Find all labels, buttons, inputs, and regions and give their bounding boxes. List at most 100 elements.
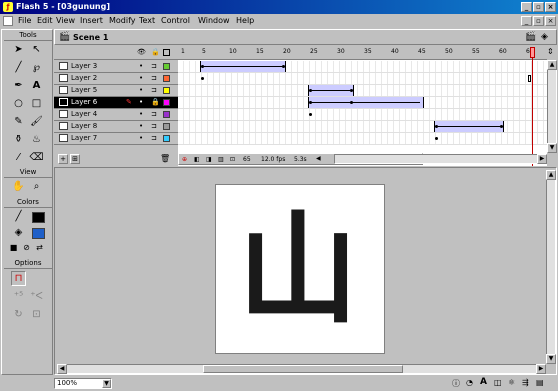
keyframe[interactable] [350, 89, 353, 92]
menu-insert[interactable]: Insert [80, 16, 103, 25]
timeline-hscroll[interactable]: ▶ [334, 154, 547, 164]
keyframe[interactable] [435, 125, 438, 128]
insert-layer-icon[interactable]: + [58, 154, 68, 164]
doc-restore-button[interactable]: ▫ [533, 16, 544, 26]
keyframe[interactable] [201, 65, 204, 68]
eraser-tool-icon[interactable]: ⌫ [29, 151, 44, 166]
stage-vscroll[interactable]: ▲ ▼ [546, 170, 556, 364]
motion-tween[interactable] [308, 85, 354, 96]
keyframe[interactable] [350, 101, 353, 104]
menu-window[interactable]: Window [198, 16, 230, 25]
lock-all-icon[interactable]: 🔒 [151, 48, 160, 56]
document-icon[interactable] [3, 16, 13, 26]
menu-modify[interactable]: Modify [109, 16, 136, 25]
swap-colors-icon[interactable]: ⇄ [32, 241, 47, 256]
dropper-tool-icon[interactable]: ⁄ [11, 151, 26, 166]
pencil-tool-icon[interactable]: ✎ [11, 115, 26, 130]
zoom-tool-icon[interactable]: ⌕ [29, 180, 44, 195]
stage-hscroll[interactable]: ◀ ▶ [57, 364, 546, 374]
lock-dot-icon[interactable]: 🔒 [151, 98, 160, 106]
onion-outline-icon[interactable]: ◨ [206, 156, 212, 163]
timeline-vscroll[interactable]: ▲ ▼ [547, 60, 557, 153]
outline-color-icon[interactable] [163, 111, 170, 118]
lock-dot-icon[interactable]: ⊐ [151, 110, 157, 118]
close-button[interactable]: × [545, 2, 556, 12]
visibility-dot-icon[interactable]: • [139, 98, 143, 106]
rotate-option-icon[interactable]: ↻ [11, 308, 26, 323]
instance-panel-icon[interactable]: ◫ [494, 378, 502, 387]
onion-skin-icon[interactable]: ◧ [194, 156, 200, 163]
lock-dot-icon[interactable]: ⊐ [151, 74, 157, 82]
outline-color-icon[interactable] [163, 135, 170, 142]
line-tool-icon[interactable]: ╱ [11, 61, 26, 76]
stage-canvas[interactable]: 山 [215, 184, 385, 354]
outline-all-icon[interactable] [163, 49, 170, 56]
lock-dot-icon[interactable]: ⊐ [151, 134, 157, 142]
keyframe[interactable] [309, 101, 312, 104]
zoom-select[interactable]: 100% ▼ [54, 378, 112, 389]
keyframe[interactable] [309, 89, 312, 92]
oval-tool-icon[interactable]: ○ [11, 97, 26, 112]
outline-color-icon[interactable] [163, 63, 170, 70]
layer-row[interactable]: Layer 8 • ⊐ [54, 121, 178, 133]
frame-row-layer-3[interactable] [178, 61, 547, 73]
delete-layer-icon[interactable]: 🗑 [160, 154, 170, 163]
frames-area[interactable]: 1 5 10 15 20 25 30 35 40 45 50 55 60 65 [178, 45, 547, 166]
layer-row[interactable]: Layer 4 • ⊐ [54, 109, 178, 121]
lasso-tool-icon[interactable]: ℘ [29, 61, 44, 76]
keyframe[interactable] [435, 137, 438, 140]
lock-dot-icon[interactable]: ⊐ [151, 86, 157, 94]
stage-hscroll-thumb[interactable] [203, 365, 403, 373]
edit-symbol-icon[interactable]: ◈ [541, 32, 548, 42]
frame-row-layer-7[interactable] [178, 133, 547, 145]
menu-text[interactable]: Text [139, 16, 155, 25]
maximize-button[interactable]: ▫ [533, 2, 544, 12]
outline-color-icon[interactable] [163, 123, 170, 130]
minimize-button[interactable]: _ [521, 2, 532, 12]
motion-tween[interactable] [200, 61, 286, 72]
stage-scroll-right-icon[interactable]: ▶ [536, 364, 546, 374]
doc-close-button[interactable]: × [545, 16, 556, 26]
character-panel-icon[interactable]: A [480, 377, 487, 387]
brush-tool-icon[interactable]: 🖌 [29, 115, 44, 130]
playhead[interactable] [530, 45, 535, 166]
magnet-option-icon[interactable]: ⊓ [11, 271, 26, 286]
visibility-dot-icon[interactable]: • [139, 86, 143, 94]
paint-bucket-tool-icon[interactable]: ♨ [29, 133, 44, 148]
layer-row[interactable]: Layer 6 ✎ • 🔒 [54, 97, 178, 109]
lock-dot-icon[interactable]: ⊐ [151, 62, 157, 70]
visibility-dot-icon[interactable]: • [139, 122, 143, 130]
pen-tool-icon[interactable]: ✒ [11, 79, 26, 94]
stroke-color-icon[interactable]: ╱ [11, 210, 26, 225]
keyframe[interactable] [309, 113, 312, 116]
visibility-dot-icon[interactable]: • [139, 74, 143, 82]
layer-row[interactable]: Layer 7 • ⊐ [54, 133, 178, 145]
motion-tween[interactable] [434, 121, 504, 132]
motion-tween[interactable] [308, 97, 424, 108]
rectangle-tool-icon[interactable]: □ [29, 97, 44, 112]
center-frame-icon[interactable]: ⊕ [182, 156, 187, 163]
menu-edit[interactable]: Edit [37, 16, 53, 25]
flash-app-icon[interactable]: ƒ [3, 2, 13, 12]
menu-control[interactable]: Control [161, 16, 190, 25]
fill-color-icon[interactable]: ◈ [11, 226, 26, 241]
modify-markers-icon[interactable]: ⊡ [230, 156, 235, 163]
arrow-tool-icon[interactable]: ➤ [11, 43, 26, 58]
info-panel-icon[interactable]: ⓘ [452, 378, 460, 389]
text-tool-icon[interactable]: A [29, 79, 44, 94]
stage-area[interactable]: 山 ▲ ▼ ◀ ▶ [54, 167, 557, 375]
fill-color-swatch[interactable] [32, 228, 45, 239]
layer-row[interactable]: Layer 2 • ⊐ [54, 73, 178, 85]
outline-color-icon[interactable] [163, 99, 170, 106]
stage-scroll-up-icon[interactable]: ▲ [546, 170, 556, 180]
lock-dot-icon[interactable]: ⊐ [151, 122, 157, 130]
library-icon[interactable]: ▤ [536, 378, 544, 387]
keyframe[interactable] [282, 65, 285, 68]
subselect-tool-icon[interactable]: ↖ [29, 43, 44, 58]
chevron-down-icon[interactable]: ▼ [102, 379, 111, 388]
mixer-panel-icon[interactable]: ◔ [466, 378, 473, 387]
stroke-color-swatch[interactable] [32, 212, 45, 223]
frame-row-layer-5[interactable] [178, 85, 547, 97]
outline-color-icon[interactable] [163, 75, 170, 82]
actions-panel-icon[interactable]: ⇶ [522, 378, 529, 387]
